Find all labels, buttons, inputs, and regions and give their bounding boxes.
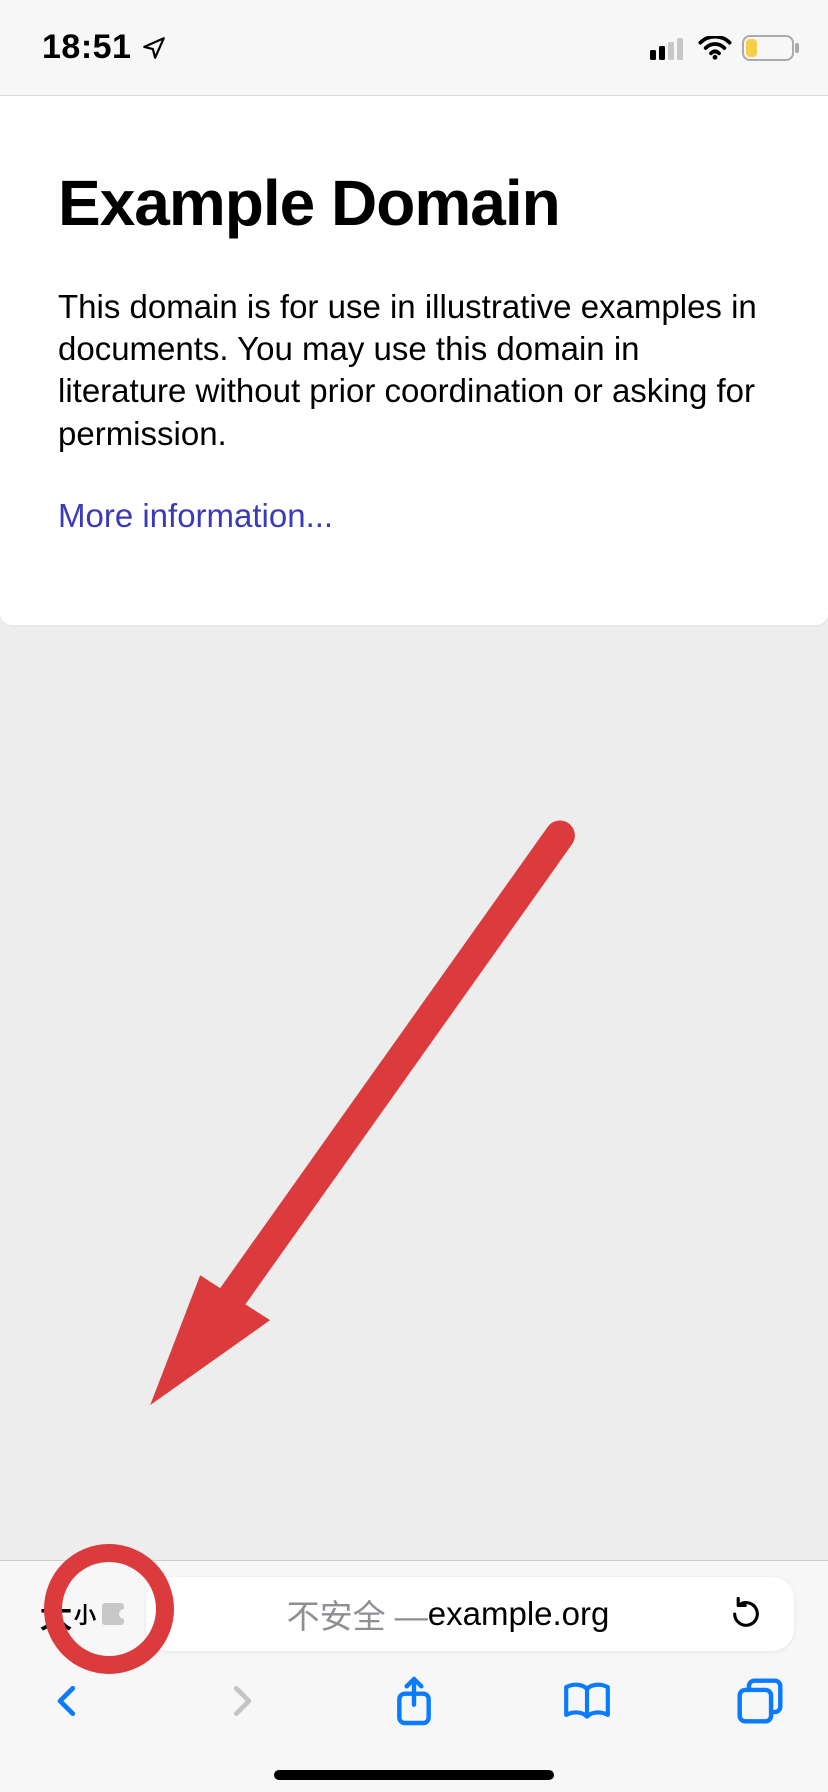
location-icon bbox=[141, 35, 167, 61]
forward-button bbox=[211, 1671, 271, 1731]
page-content-area[interactable]: Example Domain This domain is for use in… bbox=[0, 95, 828, 1560]
back-button[interactable] bbox=[38, 1671, 98, 1731]
page-paragraph: This domain is for use in illustrative e… bbox=[58, 286, 770, 455]
share-icon bbox=[392, 1675, 436, 1727]
page-body: Example Domain This domain is for use in… bbox=[0, 96, 828, 625]
status-bar: 18:51 bbox=[0, 0, 828, 95]
address-bar[interactable]: 不安全 — example.org bbox=[146, 1577, 794, 1651]
aa-big-glyph: 大 bbox=[40, 1591, 72, 1637]
reload-button[interactable] bbox=[724, 1592, 768, 1636]
reload-icon bbox=[729, 1597, 763, 1631]
chevron-left-icon bbox=[49, 1677, 87, 1725]
page-settings-aa-button[interactable]: 大 小 bbox=[34, 1577, 130, 1651]
url-host: example.org bbox=[428, 1595, 610, 1633]
insecure-label: 不安全 — bbox=[287, 1590, 428, 1638]
extensions-icon bbox=[102, 1603, 124, 1625]
status-left: 18:51 bbox=[42, 28, 167, 67]
chevron-right-icon bbox=[222, 1677, 260, 1725]
aa-small-glyph: 小 bbox=[74, 1598, 96, 1630]
bookmarks-button[interactable] bbox=[557, 1671, 617, 1731]
url-bar-row: 大 小 不安全 — example.org bbox=[0, 1561, 828, 1651]
tabs-button[interactable] bbox=[730, 1671, 790, 1731]
status-time: 18:51 bbox=[42, 28, 131, 67]
cellular-signal-icon bbox=[650, 36, 688, 60]
tabs-icon bbox=[736, 1677, 784, 1725]
page-title: Example Domain bbox=[58, 166, 770, 240]
address-text: 不安全 — example.org bbox=[287, 1590, 610, 1638]
book-icon bbox=[561, 1679, 613, 1723]
battery-icon bbox=[742, 35, 800, 61]
bottom-toolbar bbox=[0, 1651, 828, 1731]
home-indicator[interactable] bbox=[274, 1770, 554, 1780]
status-right bbox=[650, 35, 800, 61]
more-information-link[interactable]: More information... bbox=[58, 497, 333, 535]
browser-bottom-chrome: 大 小 不安全 — example.org bbox=[0, 1560, 828, 1792]
share-button[interactable] bbox=[384, 1671, 444, 1731]
wifi-icon bbox=[698, 36, 732, 60]
